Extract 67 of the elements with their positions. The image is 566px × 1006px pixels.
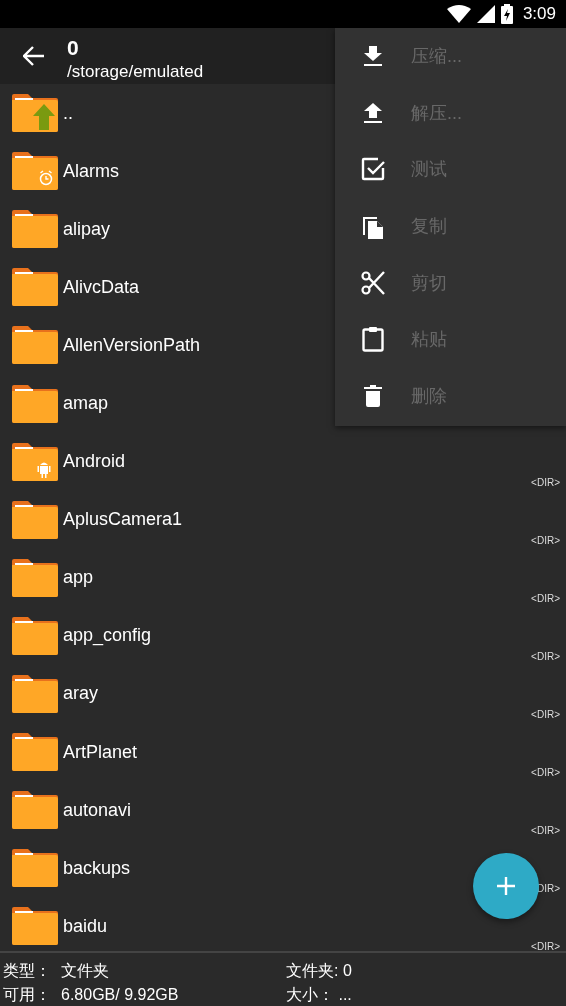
file-name: app_config bbox=[63, 625, 152, 647]
back-arrow-icon bbox=[23, 46, 45, 66]
folder-up-icon bbox=[12, 94, 58, 133]
file-name: .. bbox=[63, 102, 73, 124]
file-name: baidu bbox=[63, 915, 108, 937]
folder-icon bbox=[12, 500, 58, 539]
folder-icon bbox=[12, 558, 58, 597]
folder-icon bbox=[12, 907, 58, 946]
file-name: autonavi bbox=[63, 799, 132, 821]
info-label: 类型： bbox=[3, 961, 51, 981]
info-label: 大小： ... bbox=[286, 985, 352, 1005]
file-row[interactable]: baidu <DIR> bbox=[0, 897, 566, 956]
dir-label: <DIR> bbox=[531, 767, 560, 779]
folder-icon bbox=[12, 675, 58, 713]
folder-icon bbox=[12, 791, 58, 830]
add-button[interactable] bbox=[473, 853, 539, 919]
file-name: Alarms bbox=[63, 160, 119, 182]
folder-icon bbox=[12, 210, 58, 249]
file-name: app bbox=[63, 567, 94, 589]
file-name: Android bbox=[63, 451, 126, 473]
folder-icon bbox=[12, 384, 58, 423]
plus-icon bbox=[497, 877, 515, 895]
folder-robot-icon bbox=[12, 442, 58, 481]
file-row[interactable]: backups DIR> bbox=[0, 839, 566, 898]
current-path: /storage/emulated bbox=[67, 62, 204, 82]
checkbox-icon bbox=[360, 157, 386, 182]
battery-icon bbox=[500, 4, 513, 24]
info-value: 文件夹 bbox=[61, 961, 109, 981]
dir-label: <DIR> bbox=[531, 825, 560, 837]
dir-label: <DIR> bbox=[531, 650, 560, 662]
file-row[interactable]: app_config <DIR> bbox=[0, 606, 566, 665]
folder-icon bbox=[12, 616, 58, 655]
clock: 3:09 bbox=[522, 4, 556, 24]
info-label: 文件夹: 0 bbox=[286, 961, 352, 981]
file-name: AllenVersionPath bbox=[63, 334, 201, 356]
folder-icon bbox=[12, 733, 58, 772]
dir-label: <DIR> bbox=[531, 534, 560, 546]
wifi-icon bbox=[446, 5, 471, 23]
file-name: AlivcData bbox=[63, 276, 140, 298]
folder-icon bbox=[12, 849, 58, 888]
dir-label: <DIR> bbox=[531, 592, 560, 604]
file-name: alipay bbox=[63, 218, 111, 240]
dir-label: DIR> bbox=[536, 883, 560, 895]
dir-label: <DIR> bbox=[531, 941, 560, 953]
file-row[interactable]: app <DIR> bbox=[0, 548, 566, 607]
file-name: ArtPlanet bbox=[63, 741, 138, 763]
folder-icon bbox=[12, 326, 58, 365]
toolbar-title: 0 bbox=[67, 36, 80, 60]
info-value: 6.80GB/ 9.92GB bbox=[61, 985, 179, 1005]
dir-label: <DIR> bbox=[531, 709, 560, 721]
file-row[interactable]: autonavi <DIR> bbox=[0, 781, 566, 840]
folder-icon bbox=[12, 268, 58, 307]
file-row[interactable]: AplusCamera1 <DIR> bbox=[0, 490, 566, 549]
dir-label: <DIR> bbox=[531, 476, 560, 488]
info-label: 可用： bbox=[3, 985, 51, 1005]
signal-icon bbox=[476, 5, 495, 23]
file-name: aray bbox=[63, 683, 98, 705]
scissors-icon bbox=[360, 270, 386, 295]
file-name: AplusCamera1 bbox=[63, 509, 183, 531]
file-row[interactable]: aray <DIR> bbox=[0, 664, 566, 724]
file-row[interactable]: Android <DIR> bbox=[0, 432, 566, 491]
folder-alarm-icon bbox=[12, 152, 58, 191]
file-row[interactable]: ArtPlanet <DIR> bbox=[0, 723, 566, 782]
file-name: amap bbox=[63, 393, 109, 414]
file-name: backups bbox=[63, 857, 131, 879]
clipboard-icon bbox=[360, 326, 386, 353]
back-button[interactable] bbox=[23, 46, 45, 66]
